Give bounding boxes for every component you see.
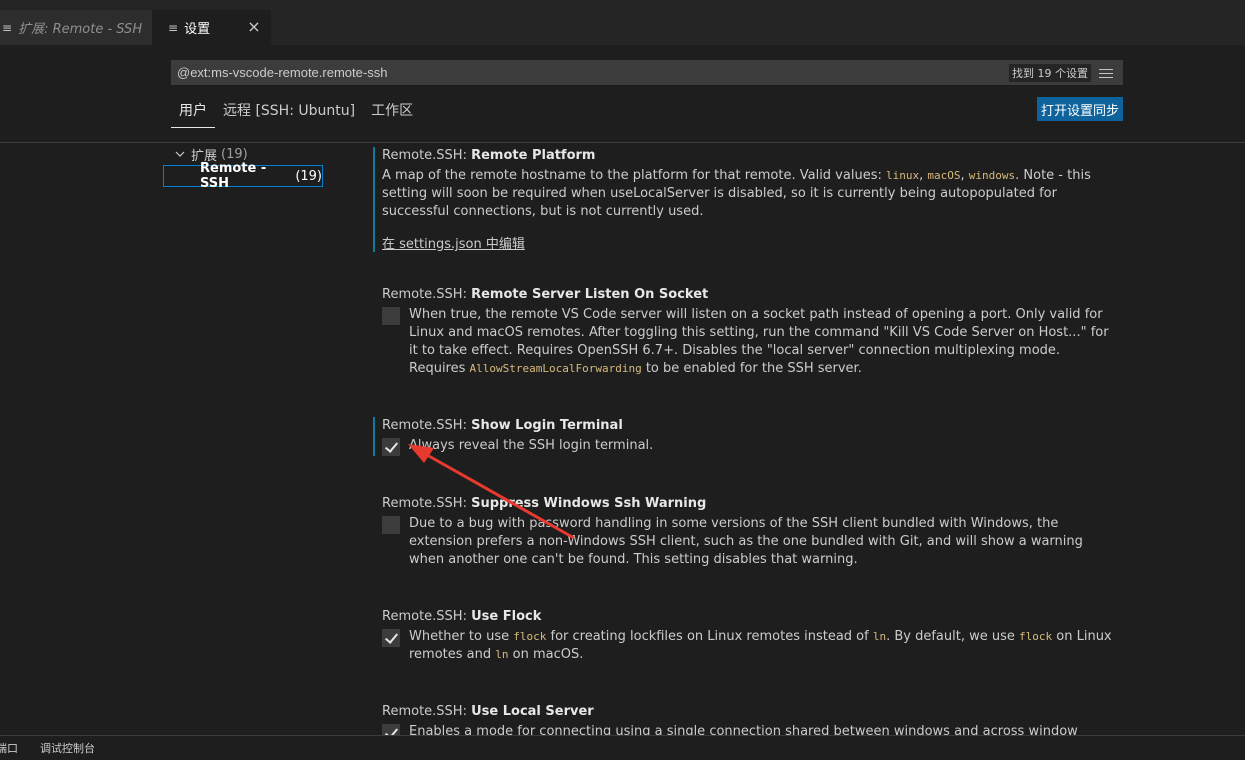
setting-description: Enables a mode for connecting using a si…: [409, 724, 1078, 735]
show-login-terminal-checkbox[interactable]: [382, 438, 400, 456]
setting-use-flock: Remote.SSH: Use Flock Whether to use flo…: [373, 608, 1113, 664]
setting-description: Always reveal the SSH login terminal.: [409, 438, 654, 453]
setting-title: Remote.SSH: Suppress Windows Ssh Warning: [382, 496, 707, 511]
setting-suppress-windows-ssh-warning: Remote.SSH: Suppress Windows Ssh Warning…: [373, 495, 1113, 569]
scope-tabs: 用户 远程 [SSH: Ubuntu] 工作区: [171, 100, 437, 128]
setting-title: Remote.SSH: Show Login Terminal: [382, 418, 623, 433]
setting-title: Remote.SSH: Remote Server Listen On Sock…: [382, 287, 709, 302]
settings-header: 找到 19 个设置 用户 远程 [SSH: Ubuntu] 工作区 打开设置同步: [0, 45, 1245, 143]
settings-list-icon: ≡: [168, 20, 179, 35]
settings-search-input[interactable]: [171, 60, 1009, 85]
settings-search-box: 找到 19 个设置: [171, 60, 1123, 85]
setting-remote-server-listen-on-socket: Remote.SSH: Remote Server Listen On Sock…: [373, 286, 1113, 378]
close-icon[interactable]: ×: [245, 18, 263, 36]
title-bar-strip: [0, 0, 1245, 10]
tab-extension-remote-ssh[interactable]: ≡ 扩展: Remote - SSH: [0, 10, 152, 45]
setting-description: A map of the remote hostname to the plat…: [382, 168, 1091, 219]
use-local-server-checkbox[interactable]: [382, 724, 400, 735]
tab-ports[interactable]: 端口: [0, 740, 18, 756]
edit-in-settings-json-link[interactable]: 在 settings.json 中编辑: [382, 233, 525, 252]
settings-list: Remote.SSH: Remote Platform A map of the…: [0, 143, 1245, 735]
settings-sync-button[interactable]: 打开设置同步: [1037, 97, 1123, 121]
tab-remote[interactable]: 远程 [SSH: Ubuntu]: [215, 100, 363, 128]
setting-description: When true, the remote VS Code server wil…: [409, 307, 1109, 376]
setting-title: Remote.SSH: Use Flock: [382, 609, 542, 624]
suppress-warning-checkbox[interactable]: [382, 516, 400, 534]
filter-icon[interactable]: [1097, 66, 1115, 80]
editor-tab-bar: ≡ 扩展: Remote - SSH ≡ 设置 ×: [0, 10, 1245, 45]
tab-workspace[interactable]: 工作区: [363, 100, 421, 128]
setting-title: Remote.SSH: Remote Platform: [382, 148, 596, 163]
tab-user[interactable]: 用户: [171, 100, 215, 128]
setting-use-local-server: Remote.SSH: Use Local Server Enables a m…: [373, 703, 1113, 735]
tab-label: 扩展: Remote - SSH: [18, 22, 143, 37]
tab-settings[interactable]: ≡ 设置 ×: [152, 10, 271, 45]
setting-show-login-terminal: Remote.SSH: Show Login Terminal Always r…: [373, 417, 1113, 456]
preview-icon: ≡: [2, 20, 13, 35]
use-flock-checkbox[interactable]: [382, 629, 400, 647]
tab-debug-console[interactable]: 调试控制台: [40, 740, 95, 756]
setting-description: Due to a bug with password handling in s…: [409, 516, 1083, 567]
result-count-badge: 找到 19 个设置: [1009, 63, 1091, 82]
listen-on-socket-checkbox[interactable]: [382, 307, 400, 325]
setting-description: Whether to use flock for creating lockfi…: [409, 629, 1112, 662]
tab-label: 设置: [184, 22, 211, 37]
setting-remote-platform: Remote.SSH: Remote Platform A map of the…: [373, 147, 1113, 252]
setting-title: Remote.SSH: Use Local Server: [382, 704, 594, 719]
panel-tab-bar: 端口 调试控制台: [0, 735, 1245, 760]
